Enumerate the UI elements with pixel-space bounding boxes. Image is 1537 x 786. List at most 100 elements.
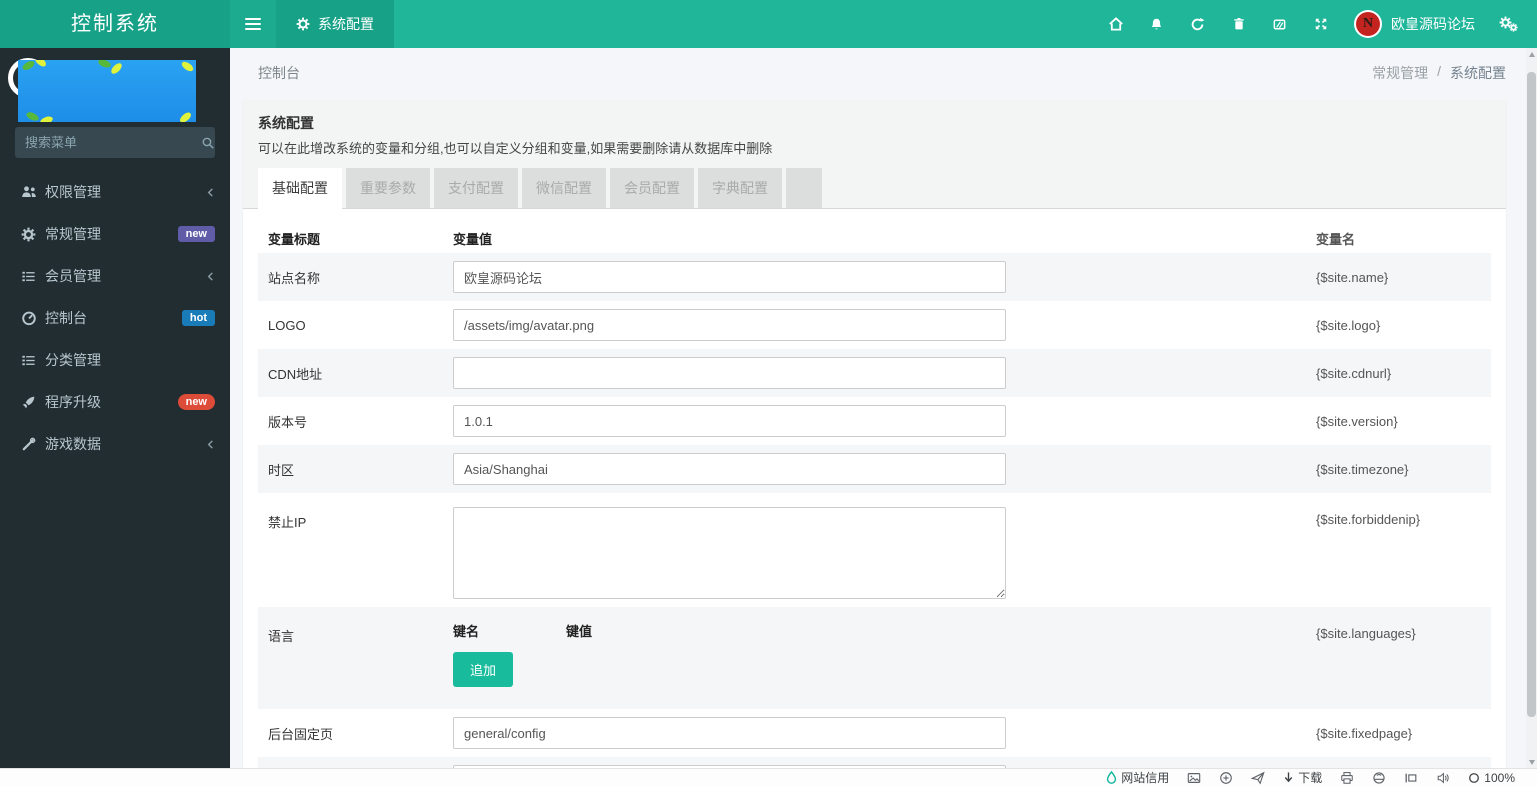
- bell-icon[interactable]: [1136, 0, 1177, 48]
- cogs-icon: [21, 227, 45, 242]
- scrollbar-thumb[interactable]: [1527, 72, 1536, 717]
- speaker-icon[interactable]: [1436, 771, 1450, 785]
- tab-basic-config[interactable]: 基础配置: [258, 168, 342, 209]
- zoom-circle-icon: [1468, 772, 1480, 784]
- sidebar-item-dashboard[interactable]: 控制台 hot: [0, 297, 230, 339]
- config-tabs: 基础配置 重要参数 支付配置 微信配置 会员配置 字典配置: [243, 168, 1506, 209]
- table-row: 时区 {$site.timezone}: [258, 445, 1491, 493]
- network-icon[interactable]: [1372, 771, 1386, 785]
- header-value: 变量值: [453, 231, 493, 247]
- tab-wechat-config[interactable]: 微信配置: [522, 168, 606, 208]
- sidebar-item-label: 程序升级: [45, 394, 101, 410]
- search-icon[interactable]: [201, 136, 215, 150]
- clean-cache-icon[interactable]: [1259, 0, 1300, 48]
- row-title: CDN地址: [268, 366, 323, 382]
- chevron-left-icon: [206, 186, 215, 199]
- hot-badge: hot: [181, 310, 215, 326]
- topbar-tab-system-config[interactable]: 系统配置: [276, 0, 394, 48]
- user-avatar: N: [1354, 10, 1382, 38]
- username-label: 欧皇源码论坛: [1391, 16, 1475, 32]
- site-credit-button[interactable]: 网站信用: [1106, 769, 1169, 786]
- download-arrow-icon: [1283, 771, 1294, 784]
- new-badge: new: [177, 394, 215, 410]
- page-title: 系统配置: [258, 115, 314, 131]
- sidebar-item-members[interactable]: 会员管理: [0, 255, 230, 297]
- sidebar-toggle-button[interactable]: [230, 0, 276, 48]
- row-title: 时区: [268, 462, 295, 478]
- circle-plus-icon[interactable]: [1219, 771, 1233, 785]
- table-row: 网站状态 {$site.ifclose}: [258, 757, 1491, 768]
- panel-heading: 系统配置 可以在此增改系统的变量和分组,也可以自定义分组和变量,如果需要删除请从…: [243, 100, 1506, 169]
- header-name: 变量名: [1316, 231, 1356, 247]
- refresh-icon[interactable]: [1177, 0, 1218, 48]
- breadcrumb-left: 控制台: [258, 65, 300, 81]
- row-title: LOGO: [268, 317, 306, 333]
- breadcrumb-item-general[interactable]: 常规管理: [1372, 63, 1428, 83]
- main-content: 控制台 常规管理 / 系统配置 系统配置 可以在此增改系统的变量和分组,也可以自…: [230, 48, 1526, 768]
- table-row: 后台固定页 {$site.fixedpage}: [258, 709, 1491, 757]
- scroll-down-arrow[interactable]: [1526, 756, 1537, 768]
- logo-input[interactable]: [453, 309, 1006, 341]
- menu-search-input[interactable]: [25, 135, 201, 150]
- sidebar-item-label: 分类管理: [45, 352, 101, 368]
- config-table: 变量标题 变量值 变量名 站点名称 {$site.name} LOGO {$si…: [243, 223, 1506, 768]
- zoom-level-label: 100%: [1484, 770, 1515, 785]
- table-header: 变量标题 变量值 变量名: [258, 223, 1491, 253]
- tab-important-params[interactable]: 重要参数: [346, 168, 430, 208]
- new-badge: new: [177, 226, 215, 242]
- sidebar-menu: 权限管理 常规管理 new 会员管理 控制台 hot 分类管理 程序升级 new: [0, 171, 230, 465]
- row-variable: {$site.logo}: [1316, 317, 1381, 333]
- sidebar-panel-icon[interactable]: [1404, 771, 1418, 785]
- tab-extra[interactable]: [786, 168, 822, 208]
- rocket-icon: [21, 395, 45, 410]
- app-brand: 控制系统: [0, 0, 230, 48]
- append-button[interactable]: 追加: [453, 652, 514, 687]
- image-icon[interactable]: [1187, 771, 1201, 785]
- row-title: 语言: [268, 629, 295, 644]
- trash-icon[interactable]: [1218, 0, 1259, 48]
- list-icon: [21, 353, 45, 368]
- sidebar-item-categories[interactable]: 分类管理: [0, 339, 230, 381]
- top-navbar: 控制系统 系统配置 N 欧皇源码论坛: [0, 0, 1537, 48]
- zoom-control[interactable]: 100%: [1468, 771, 1515, 785]
- navbar-right: N 欧皇源码论坛: [1095, 0, 1537, 48]
- fixed-page-input[interactable]: [453, 717, 1006, 749]
- tab-member-config[interactable]: 会员配置: [610, 168, 694, 208]
- download-button[interactable]: 下载: [1283, 769, 1322, 786]
- scroll-up-arrow[interactable]: [1526, 48, 1537, 60]
- user-menu[interactable]: N 欧皇源码论坛: [1341, 0, 1488, 48]
- header-title: 变量标题: [268, 231, 321, 247]
- forbidden-ip-textarea[interactable]: [453, 507, 1006, 599]
- home-icon[interactable]: [1095, 0, 1136, 48]
- chevron-left-icon: [206, 438, 215, 451]
- tab-payment-config[interactable]: 支付配置: [434, 168, 518, 208]
- sidebar-item-gamedata[interactable]: 游戏数据: [0, 423, 230, 465]
- printer-icon[interactable]: [1340, 771, 1354, 785]
- table-row: 语言 键名 键值 追加 {$site.languages}: [258, 607, 1491, 709]
- timezone-input[interactable]: [453, 453, 1006, 485]
- droplet-icon: [1106, 771, 1117, 784]
- cdn-url-input[interactable]: [453, 357, 1006, 389]
- fullscreen-icon[interactable]: [1300, 0, 1341, 48]
- cogs-icon[interactable]: [1488, 0, 1529, 48]
- sidebar-item-label: 控制台: [45, 310, 87, 326]
- sidebar-item-upgrade[interactable]: 程序升级 new: [0, 381, 230, 423]
- tab-dictionary-config[interactable]: 字典配置: [698, 168, 782, 208]
- sidebar-item-auth[interactable]: 权限管理: [0, 171, 230, 213]
- avatar-letter: N: [1356, 12, 1380, 36]
- site-name-input[interactable]: [453, 261, 1006, 293]
- send-icon[interactable]: [1251, 771, 1265, 785]
- row-title: 版本号: [268, 414, 308, 430]
- breadcrumb-separator: /: [1437, 63, 1441, 79]
- gear-icon: [296, 17, 310, 31]
- row-title: 后台固定页: [268, 726, 334, 742]
- row-variable: {$site.fixedpage}: [1316, 725, 1413, 741]
- browser-status-bar: 网站信用 下载 100%: [0, 768, 1537, 786]
- site-credit-label: 网站信用: [1121, 771, 1170, 785]
- vertical-scrollbar[interactable]: [1526, 48, 1537, 768]
- table-row: LOGO {$site.logo}: [258, 301, 1491, 349]
- version-input[interactable]: [453, 405, 1006, 437]
- sidebar-item-general[interactable]: 常规管理 new: [0, 213, 230, 255]
- sidebar-item-label: 常规管理: [45, 226, 101, 242]
- sidebar: 权限管理 常规管理 new 会员管理 控制台 hot 分类管理 程序升级 new: [0, 48, 230, 768]
